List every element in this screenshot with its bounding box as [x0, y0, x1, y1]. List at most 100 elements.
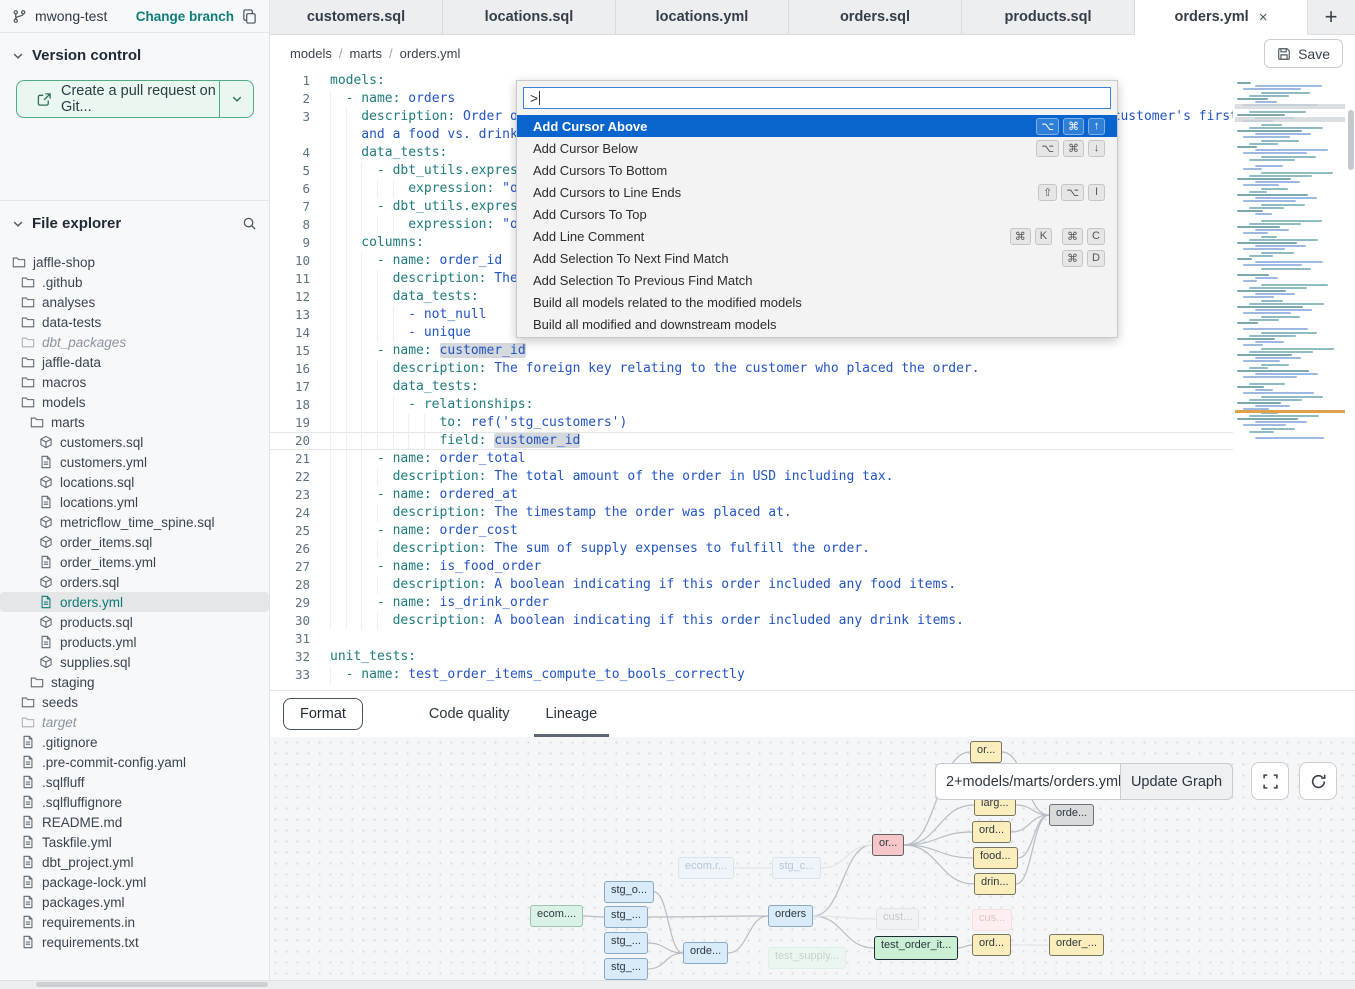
file-tree-item-staging[interactable]: staging: [0, 672, 269, 692]
lineage-node-stg_[interactable]: stg_...: [604, 932, 648, 954]
bottom-tab-lineage[interactable]: Lineage: [528, 691, 616, 737]
code-line[interactable]: 20field: customer_id: [270, 432, 1233, 450]
file-tree-item-orders.yml[interactable]: orders.yml: [0, 592, 269, 612]
file-tree-item-target[interactable]: target: [0, 712, 269, 732]
lineage-node-or[interactable]: or...: [970, 741, 1002, 763]
update-graph-button[interactable]: Update Graph: [1120, 763, 1233, 800]
fullscreen-button[interactable]: [1251, 762, 1289, 800]
palette-item-add-cursors-to-top[interactable]: Add Cursors To Top: [517, 203, 1117, 225]
code-line[interactable]: 33- name: test_order_items_compute_to_bo…: [270, 666, 1233, 684]
file-tree-item-customers.sql[interactable]: customers.sql: [0, 432, 269, 452]
lineage-canvas[interactable]: 2+models/marts/orders.yml+ Update Graph …: [270, 737, 1355, 980]
lineage-node-orde[interactable]: orde...: [1049, 804, 1094, 826]
minimap[interactable]: [1235, 82, 1345, 450]
code-line[interactable]: 30description: A boolean indicating if t…: [270, 612, 1233, 630]
sidebar-hscroll-thumb[interactable]: [36, 982, 268, 987]
palette-item-build-all-models-related-to-the-modified-models[interactable]: Build all models related to the modified…: [517, 291, 1117, 313]
code-line[interactable]: 21- name: order_total: [270, 450, 1233, 468]
lineage-node-stg_[interactable]: stg_...: [604, 958, 648, 980]
palette-item-add-selection-to-next-find-match[interactable]: Add Selection To Next Find Match⌘D: [517, 247, 1117, 269]
code-line[interactable]: 17data_tests:: [270, 378, 1233, 396]
tab-orders.yml[interactable]: orders.yml×: [1135, 0, 1308, 35]
breadcrumb-segment[interactable]: orders.yml: [400, 46, 461, 61]
refresh-button[interactable]: [1299, 762, 1337, 800]
file-tree-item-locations.sql[interactable]: locations.sql: [0, 472, 269, 492]
palette-item-add-selection-to-previous-find-match[interactable]: Add Selection To Previous Find Match: [517, 269, 1117, 291]
bottom-tab-code-quality[interactable]: Code quality: [411, 691, 528, 737]
code-line[interactable]: 31: [270, 630, 1233, 648]
file-tree-item-marts[interactable]: marts: [0, 412, 269, 432]
palette-item-add-cursors-to-line-ends[interactable]: Add Cursors to Line Ends⇧⌥I: [517, 181, 1117, 203]
file-tree-item-products.yml[interactable]: products.yml: [0, 632, 269, 652]
code-line[interactable]: 26description: The sum of supply expense…: [270, 540, 1233, 558]
file-tree-item-dbt_project.yml[interactable]: dbt_project.yml: [0, 852, 269, 872]
change-branch-link[interactable]: Change branch: [136, 9, 234, 24]
code-line[interactable]: 22description: The total amount of the o…: [270, 468, 1233, 486]
file-tree-item-analyses[interactable]: analyses: [0, 292, 269, 312]
file-tree-item-dbt_packages[interactable]: dbt_packages: [0, 332, 269, 352]
new-tab-button[interactable]: +: [1308, 0, 1354, 34]
code-line[interactable]: 25- name: order_cost: [270, 522, 1233, 540]
tab-orders.sql[interactable]: orders.sql: [789, 0, 962, 34]
file-tree-item-jaffle-data[interactable]: jaffle-data: [0, 352, 269, 372]
palette-item-add-cursor-below[interactable]: Add Cursor Below⌥⌘↓: [517, 137, 1117, 159]
code-line[interactable]: 23- name: ordered_at: [270, 486, 1233, 504]
code-line[interactable]: 28description: A boolean indicating if t…: [270, 576, 1233, 594]
palette-item-build-all-modified-and-downstream-models[interactable]: Build all modified and downstream models: [517, 313, 1117, 335]
create-pr-dropdown[interactable]: [219, 81, 253, 117]
format-button[interactable]: Format: [283, 698, 363, 730]
file-tree-item-requirements.txt[interactable]: requirements.txt: [0, 932, 269, 952]
lineage-node-cus[interactable]: cus...: [972, 909, 1012, 931]
file-tree-item-package-lock.yml[interactable]: package-lock.yml: [0, 872, 269, 892]
file-tree-item-jaffle-shop[interactable]: jaffle-shop: [0, 252, 269, 272]
palette-item-add-cursors-to-bottom[interactable]: Add Cursors To Bottom: [517, 159, 1117, 181]
breadcrumb-segment[interactable]: models: [290, 46, 332, 61]
file-tree-item-.sqlfluff[interactable]: .sqlfluff: [0, 772, 269, 792]
lineage-node-orders[interactable]: orders: [768, 905, 813, 927]
file-tree-item-.pre-commit-config.yaml[interactable]: .pre-commit-config.yaml: [0, 752, 269, 772]
close-tab-icon[interactable]: ×: [1259, 9, 1268, 26]
lineage-node-stg_c[interactable]: stg_c...: [772, 857, 821, 879]
breadcrumb-segment[interactable]: marts: [350, 46, 383, 61]
file-tree-item-locations.yml[interactable]: locations.yml: [0, 492, 269, 512]
lineage-node-ord[interactable]: ord...: [972, 934, 1011, 956]
tab-locations.yml[interactable]: locations.yml: [616, 0, 789, 34]
search-icon[interactable]: [242, 216, 257, 231]
lineage-node-or[interactable]: or...: [872, 834, 904, 856]
lineage-node-orde[interactable]: orde...: [683, 942, 728, 964]
lineage-selector-input[interactable]: 2+models/marts/orders.yml+: [935, 763, 1120, 800]
lineage-node-ecomr[interactable]: ecom.r...: [678, 857, 734, 879]
lineage-node-stg_o[interactable]: stg_o...: [604, 881, 654, 903]
lineage-node-test_supply[interactable]: test_supply...: [768, 947, 846, 969]
lineage-node-drin[interactable]: drin...: [974, 873, 1016, 895]
editor-scrollbar[interactable]: [1348, 110, 1354, 170]
tab-products.sql[interactable]: products.sql: [962, 0, 1135, 34]
file-tree-item-customers.yml[interactable]: customers.yml: [0, 452, 269, 472]
create-pr-button[interactable]: Create a pull request on Git...: [16, 80, 254, 118]
palette-item-add-cursor-above[interactable]: Add Cursor Above⌥⌘↑: [517, 115, 1117, 137]
tab-customers.sql[interactable]: customers.sql: [270, 0, 443, 34]
file-tree-item-supplies.sql[interactable]: supplies.sql: [0, 652, 269, 672]
code-line[interactable]: 27- name: is_food_order: [270, 558, 1233, 576]
palette-item-add-line-comment[interactable]: Add Line Comment⌘K⌘C: [517, 225, 1117, 247]
file-tree-item-seeds[interactable]: seeds: [0, 692, 269, 712]
code-line[interactable]: 15- name: customer_id: [270, 342, 1233, 360]
version-control-header[interactable]: Version control: [0, 33, 269, 72]
lineage-node-food[interactable]: food...: [973, 847, 1018, 869]
tab-locations.sql[interactable]: locations.sql: [443, 0, 616, 34]
file-tree-item-.gitignore[interactable]: .gitignore: [0, 732, 269, 752]
file-tree-item-products.sql[interactable]: products.sql: [0, 612, 269, 632]
code-line[interactable]: 16description: The foreign key relating …: [270, 360, 1233, 378]
save-button[interactable]: Save: [1264, 39, 1343, 68]
file-tree-item-packages.yml[interactable]: packages.yml: [0, 892, 269, 912]
file-tree-item-models[interactable]: models: [0, 392, 269, 412]
code-line[interactable]: 24description: The timestamp the order w…: [270, 504, 1233, 522]
file-tree-item-README.md[interactable]: README.md: [0, 812, 269, 832]
file-tree-item-data-tests[interactable]: data-tests: [0, 312, 269, 332]
file-tree-item-requirements.in[interactable]: requirements.in: [0, 912, 269, 932]
file-tree-item-Taskfile.yml[interactable]: Taskfile.yml: [0, 832, 269, 852]
file-tree-item-order_items.yml[interactable]: order_items.yml: [0, 552, 269, 572]
code-line[interactable]: 29- name: is_drink_order: [270, 594, 1233, 612]
lineage-node-test_order_it[interactable]: test_order_it...: [874, 936, 958, 960]
file-tree-item-metricflow_time_spine.sql[interactable]: metricflow_time_spine.sql: [0, 512, 269, 532]
